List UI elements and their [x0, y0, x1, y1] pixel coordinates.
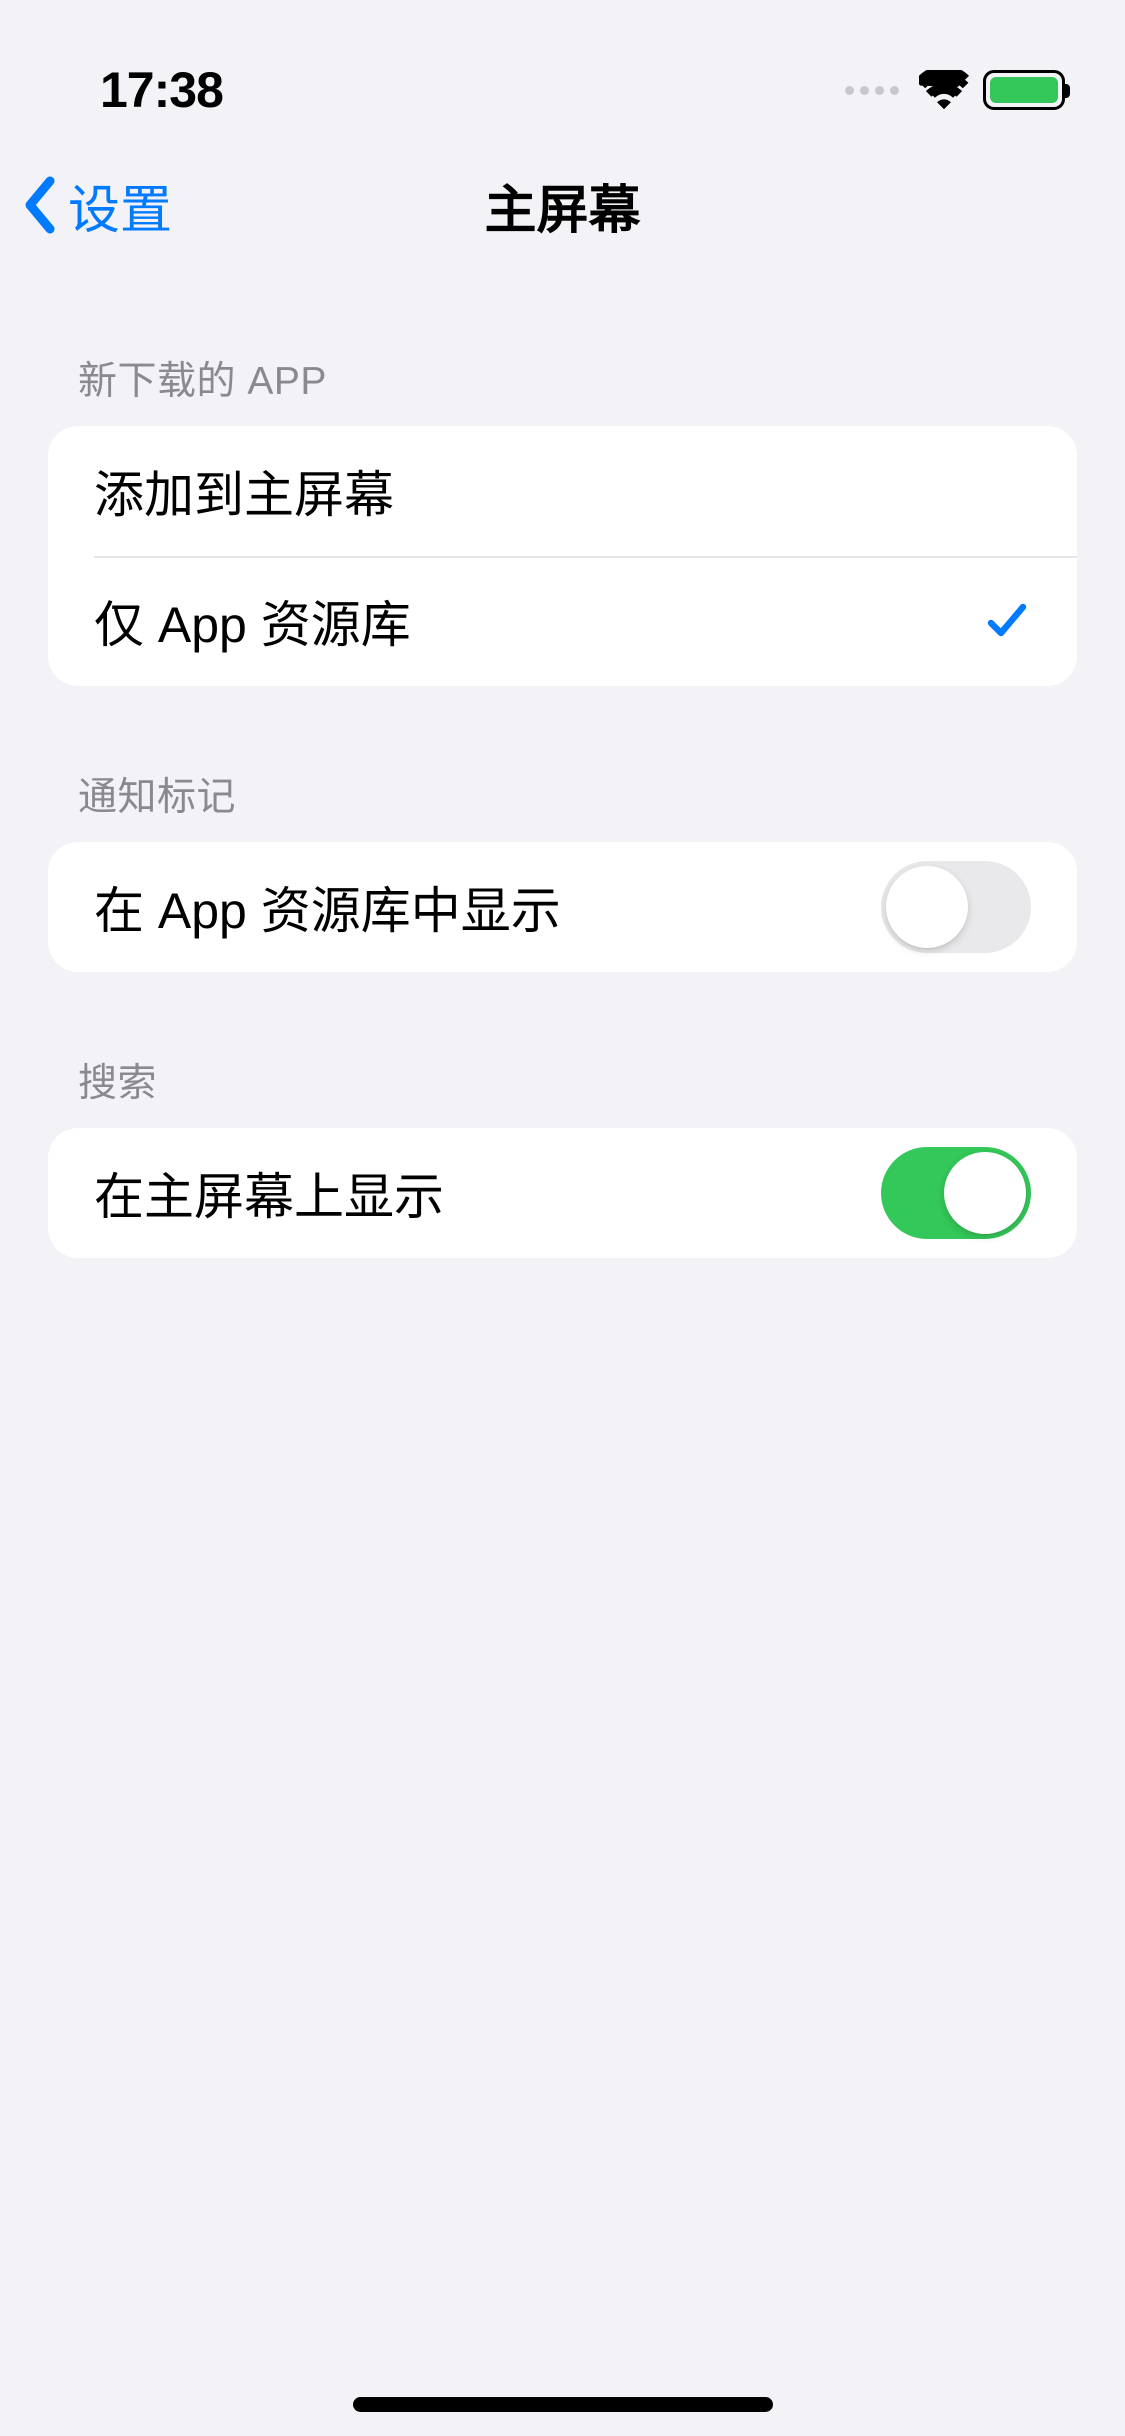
chevron-left-icon	[20, 175, 60, 235]
status-indicators	[845, 70, 1065, 110]
toggle-show-on-home[interactable]	[881, 1147, 1031, 1239]
back-button[interactable]: 设置	[20, 168, 172, 243]
signal-dots-icon	[845, 86, 899, 95]
status-time: 17:38	[100, 61, 223, 119]
row-label: 在主屏幕上显示	[94, 1157, 444, 1229]
status-bar: 17:38	[0, 0, 1125, 140]
toggle-show-in-library[interactable]	[881, 861, 1031, 953]
row-show-in-library: 在 App 资源库中显示	[48, 842, 1077, 972]
group-search: 在主屏幕上显示	[48, 1128, 1077, 1258]
section-header-badges: 通知标记	[48, 686, 1077, 842]
option-app-library-only[interactable]: 仅 App 资源库	[48, 556, 1077, 686]
row-label: 在 App 资源库中显示	[94, 871, 561, 943]
option-add-to-home[interactable]: 添加到主屏幕	[48, 426, 1077, 556]
section-header-search: 搜索	[48, 972, 1077, 1128]
back-label: 设置	[68, 168, 172, 243]
option-label: 仅 App 资源库	[94, 585, 411, 657]
section-header-new-apps: 新下载的 APP	[48, 270, 1077, 426]
option-label: 添加到主屏幕	[94, 455, 394, 527]
battery-icon	[983, 70, 1065, 110]
group-new-apps: 添加到主屏幕 仅 App 资源库	[48, 426, 1077, 686]
wifi-icon	[919, 70, 969, 110]
checkmark-icon	[983, 597, 1031, 645]
row-show-on-home: 在主屏幕上显示	[48, 1128, 1077, 1258]
home-indicator[interactable]	[353, 2397, 773, 2412]
group-badges: 在 App 资源库中显示	[48, 842, 1077, 972]
nav-header: 设置 主屏幕	[0, 140, 1125, 270]
